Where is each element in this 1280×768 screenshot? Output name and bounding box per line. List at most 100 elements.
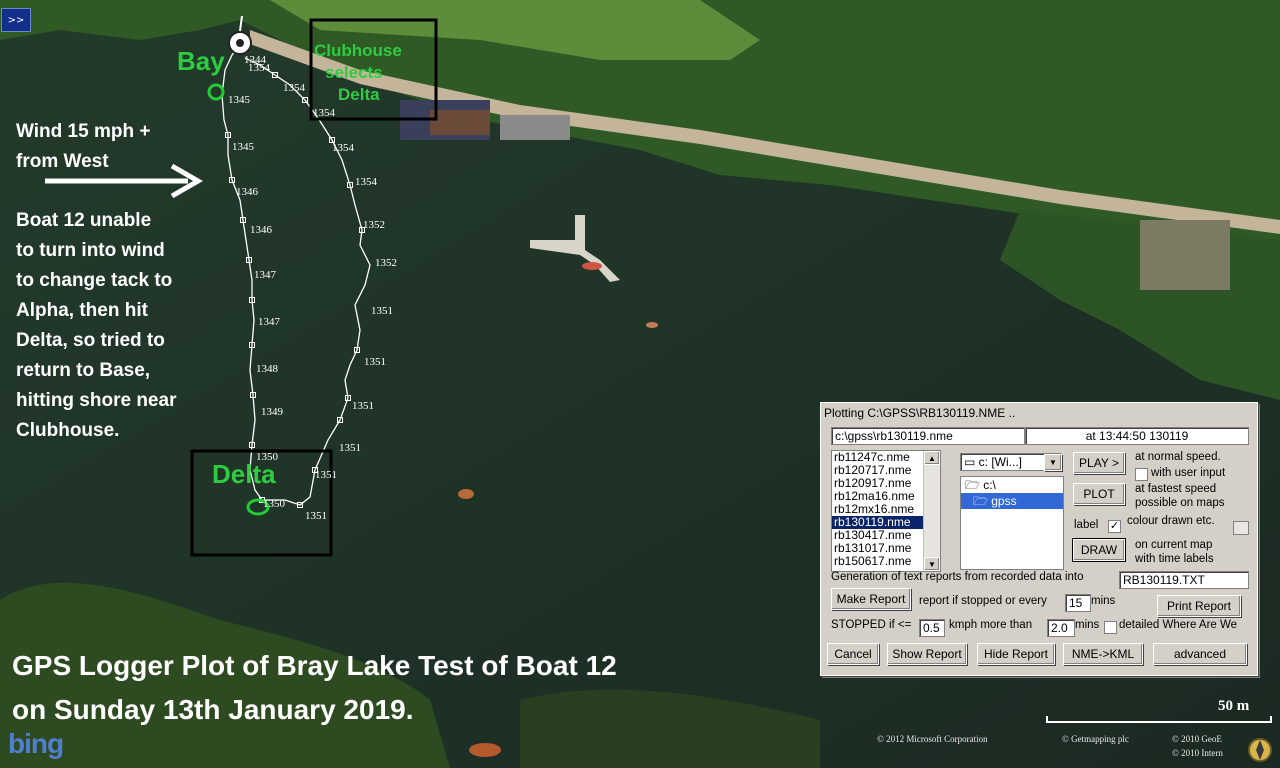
- track-time-label: 1354: [313, 107, 336, 119]
- wind-line: from West: [16, 151, 109, 172]
- directory-item[interactable]: 🗁 c:\: [961, 477, 1063, 493]
- track-time-label: 1351: [364, 356, 386, 368]
- wind-annotation: Wind 15 mph + from West: [16, 117, 150, 177]
- label-checkbox[interactable]: ✓: [1108, 520, 1121, 533]
- detailed-text: detailed Where Are We: [1119, 619, 1238, 631]
- caption-line-1: GPS Logger Plot of Bray Lake Test of Boa…: [12, 650, 617, 681]
- track-time-label: 1349: [261, 406, 284, 418]
- boat-shed: [500, 115, 570, 140]
- copyright-microsoft: © 2012 Microsoft Corporation: [877, 734, 988, 744]
- directory-item-selected[interactable]: 🗁 gpss: [961, 493, 1063, 509]
- plot-button[interactable]: PLOT: [1073, 483, 1125, 505]
- track-time-label: 1348: [256, 363, 279, 375]
- plotting-dialog: Plotting C:\GPSS\RB130119.NME .. c:\gpss…: [820, 402, 1258, 676]
- copyright-geoeye: © 2010 GeoE: [1172, 734, 1222, 744]
- plot-desc-2: possible on maps: [1135, 497, 1225, 509]
- story-line: Boat 12 unable: [16, 210, 152, 231]
- hide-report-button[interactable]: Hide Report: [977, 643, 1055, 665]
- user-input-label: with user input: [1151, 467, 1226, 479]
- base-label: Bay: [177, 46, 225, 76]
- track-time-label: 1351: [339, 442, 361, 454]
- make-report-button[interactable]: Make Report: [831, 588, 911, 610]
- dialog-title: Plotting C:\GPSS\RB130119.NME ..: [824, 406, 1016, 420]
- plot-desc-1: at fastest speed: [1135, 483, 1217, 495]
- file-list[interactable]: rb11247c.nme rb120717.nme rb120917.nme r…: [831, 450, 941, 572]
- folder-open-icon: 🗁: [965, 478, 984, 492]
- draw-button[interactable]: DRAW: [1072, 538, 1126, 562]
- folder-open-icon: 🗁: [973, 494, 992, 508]
- story-line: Delta, so tried to: [16, 330, 165, 351]
- clubhouse-label-1: Clubhouse: [314, 41, 402, 60]
- clubhouse-label-2: selects: [325, 63, 383, 82]
- track-time-label: 1347: [258, 316, 281, 328]
- track-time-label: 1350: [263, 498, 286, 510]
- story-line: to turn into wind: [16, 240, 165, 261]
- generation-text: Generation of text reports from recorded…: [831, 571, 1084, 583]
- play-button[interactable]: PLAY >: [1073, 452, 1125, 474]
- stopped-speed-field[interactable]: 0.5: [919, 619, 945, 637]
- track-time-label: 1354: [248, 62, 271, 74]
- report-if-text: report if stopped or every: [919, 595, 1047, 607]
- track-time-label: 1354: [332, 142, 355, 154]
- advanced-button[interactable]: advanced: [1153, 643, 1247, 665]
- track-time-label: 1352: [375, 257, 397, 269]
- bing-logo: bing: [8, 728, 64, 759]
- label-text: label: [1074, 519, 1099, 531]
- track-time-label: 1352: [363, 219, 385, 231]
- stopped-mins-field[interactable]: 2.0: [1047, 619, 1075, 637]
- story-line: Clubhouse.: [16, 420, 120, 441]
- directory-item-label: gpss: [991, 494, 1017, 508]
- track-time-label: 1351: [305, 510, 327, 522]
- track-time-label: 1351: [315, 469, 337, 481]
- mins-text: mins: [1091, 595, 1116, 607]
- clubhouse-label-3: Delta: [338, 85, 380, 104]
- story-line: to change tack to: [16, 270, 173, 291]
- boat: [469, 743, 501, 757]
- play-desc: at normal speed.: [1135, 451, 1221, 463]
- draw-desc-1: on current map: [1135, 539, 1213, 551]
- stopped-text: STOPPED if <=: [831, 619, 912, 631]
- colour-label: colour drawn etc.: [1127, 515, 1215, 527]
- track-time-label: 1345: [228, 94, 251, 106]
- drive-dropdown-icon[interactable]: ▼: [1044, 454, 1062, 471]
- map-menu-button[interactable]: >>: [1, 8, 31, 32]
- file-path-field[interactable]: c:\gpss\rb130119.nme: [831, 427, 1025, 445]
- file-list-scrollbar[interactable]: ▲ ▼: [923, 451, 940, 571]
- scroll-down-icon[interactable]: ▼: [924, 557, 940, 571]
- directory-list[interactable]: 🗁 c:\ 🗁 gpss: [960, 476, 1064, 570]
- track-time-label: 1354: [283, 82, 306, 94]
- story-line: Alpha, then hit: [16, 300, 148, 321]
- track-time-label: 1350: [256, 451, 279, 463]
- track-time-label: 1346: [236, 186, 259, 198]
- story-annotation: Boat 12 unable to turn into wind to chan…: [16, 206, 236, 446]
- detailed-checkbox[interactable]: [1104, 621, 1117, 634]
- scale-label: 50 m: [1218, 698, 1250, 714]
- user-input-checkbox[interactable]: [1135, 468, 1148, 481]
- track-time-label: 1346: [250, 224, 273, 236]
- clubhouse-roof: [430, 110, 490, 135]
- car-park: [1140, 220, 1230, 290]
- timestamp-field: at 13:44:50 130119: [1025, 427, 1249, 445]
- colour-swatch[interactable]: [1233, 521, 1249, 535]
- cancel-button[interactable]: Cancel: [827, 643, 879, 665]
- report-file-field[interactable]: RB130119.TXT: [1119, 571, 1249, 589]
- caption-line-2: on Sunday 13th January 2019.: [12, 694, 414, 725]
- track-time-label: 1347: [254, 269, 277, 281]
- nme-kml-button[interactable]: NME->KML: [1063, 643, 1143, 665]
- track-time-label: 1345: [232, 141, 255, 153]
- track-time-label: 1351: [352, 400, 374, 412]
- mins2-text: mins: [1075, 619, 1100, 631]
- drive-select-value: c: [Wi...]: [978, 455, 1023, 469]
- report-every-field[interactable]: 15: [1065, 594, 1091, 612]
- copyright-intermap: © 2010 Intern: [1172, 748, 1223, 758]
- drive-icon: ▭: [964, 455, 979, 469]
- wind-line: Wind 15 mph +: [16, 121, 151, 142]
- track-time-label: 1351: [371, 305, 393, 317]
- story-line: hitting shore near: [16, 390, 177, 411]
- print-report-button[interactable]: Print Report: [1157, 595, 1241, 617]
- show-report-button[interactable]: Show Report: [887, 643, 967, 665]
- scroll-up-icon[interactable]: ▲: [924, 451, 940, 465]
- scale-bar: [1046, 716, 1272, 723]
- boat: [582, 262, 602, 270]
- delta-label: Delta: [212, 459, 276, 489]
